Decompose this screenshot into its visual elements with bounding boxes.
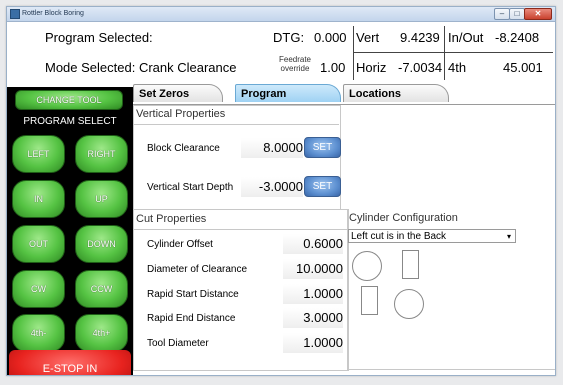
dtg-label: DTG: xyxy=(273,30,305,45)
jog-fourth-plus-button[interactable]: 4th+ xyxy=(75,314,128,352)
maximize-button[interactable]: □ xyxy=(509,8,525,20)
cylinder-configuration-title: Cylinder Configuration xyxy=(349,212,458,224)
e-stop-button[interactable]: E-STOP IN xyxy=(9,350,131,375)
fourth-axis-value: 45.001 xyxy=(503,60,543,75)
status-divider xyxy=(444,26,445,80)
jog-control-panel: CHANGE TOOL PROGRAM SELECT LEFT RIGHT IN… xyxy=(7,87,133,375)
feedrate-value: 1.00 xyxy=(320,60,346,75)
tab-locations[interactable]: Locations xyxy=(343,84,449,102)
jog-down-button[interactable]: DOWN xyxy=(75,225,128,263)
vert-value: 9.4239 xyxy=(400,30,440,45)
dtg-value: 0.000 xyxy=(314,30,347,45)
minimize-button[interactable]: – xyxy=(494,8,510,20)
set-block-clearance-button[interactable]: SET xyxy=(304,137,341,158)
cylinder-offset-value[interactable]: 0.6000 xyxy=(283,234,343,254)
vertical-properties-title: Vertical Properties xyxy=(136,108,226,120)
app-icon xyxy=(10,9,20,19)
vertical-start-depth-label: Vertical Start Depth xyxy=(147,182,234,193)
jog-left-button[interactable]: LEFT xyxy=(12,135,65,173)
tab-set-zeros[interactable]: Set Zeros xyxy=(133,84,223,102)
program-select-label: PROGRAM SELECT xyxy=(23,116,117,127)
jog-cw-button[interactable]: CW xyxy=(12,270,65,308)
cylinder-configuration-selected: Left cut is in the Back xyxy=(351,231,447,242)
cylinder-circle-shape xyxy=(394,289,424,319)
cylinder-configuration-select[interactable]: Left cut is in the Back ▾ xyxy=(348,229,516,243)
jog-fourth-minus-button[interactable]: 4th- xyxy=(12,314,65,352)
screenshot-background: Rottler Block Boring – □ ✕ Program Selec… xyxy=(0,0,563,385)
chevron-down-icon: ▾ xyxy=(506,232,511,241)
tab-bar: Set Zeros Program Locations xyxy=(133,84,555,104)
diameter-of-clearance-label: Diameter of Clearance xyxy=(147,264,248,275)
change-tool-button[interactable]: CHANGE TOOL xyxy=(15,90,123,110)
program-tab-content: Vertical Properties Block Clearance 8.00… xyxy=(133,104,555,375)
feedrate-override-label: Feedrate override xyxy=(278,55,312,73)
horiz-label: Horiz xyxy=(356,60,387,75)
jog-out-button[interactable]: OUT xyxy=(12,225,65,263)
title-bar: Rottler Block Boring – □ ✕ xyxy=(7,7,555,22)
mode-selected-label: Mode Selected: Crank Clearance xyxy=(45,60,237,75)
jog-ccw-button[interactable]: CCW xyxy=(75,270,128,308)
status-divider xyxy=(353,26,354,80)
jog-right-button[interactable]: RIGHT xyxy=(75,135,128,173)
vert-label: Vert xyxy=(356,30,380,45)
jog-in-button[interactable]: IN xyxy=(12,180,65,218)
tool-diameter-label: Tool Diameter xyxy=(147,338,209,349)
cut-properties-title: Cut Properties xyxy=(136,213,207,225)
cylinder-circle-shape xyxy=(352,251,382,281)
program-selected-label: Program Selected: xyxy=(45,30,153,45)
tab-program[interactable]: Program xyxy=(235,84,341,102)
horiz-value: -7.0034 xyxy=(398,60,443,75)
set-vertical-start-depth-button[interactable]: SET xyxy=(304,176,341,197)
app-window: Rottler Block Boring – □ ✕ Program Selec… xyxy=(6,6,556,376)
status-panel: Program Selected: Mode Selected: Crank C… xyxy=(7,22,555,84)
cylinder-offset-label: Cylinder Offset xyxy=(147,239,213,250)
block-clearance-value[interactable]: 8.0000 xyxy=(241,138,303,158)
rapid-end-distance-value[interactable]: 3.0000 xyxy=(283,308,343,328)
cylinder-rectangle-shape xyxy=(361,286,378,315)
group-divider xyxy=(133,229,347,230)
in-out-label: In/Out xyxy=(448,30,484,45)
vertical-start-depth-value[interactable]: -3.0000 xyxy=(241,177,303,197)
diameter-of-clearance-value[interactable]: 10.0000 xyxy=(283,259,343,279)
rapid-start-distance-label: Rapid Start Distance xyxy=(147,289,239,300)
window-title: Rottler Block Boring xyxy=(22,10,84,17)
rapid-start-distance-value[interactable]: 1.0000 xyxy=(283,284,343,304)
close-button[interactable]: ✕ xyxy=(524,8,552,20)
jog-up-button[interactable]: UP xyxy=(75,180,128,218)
rapid-end-distance-label: Rapid End Distance xyxy=(147,313,236,324)
group-divider xyxy=(133,124,339,125)
cylinder-rectangle-shape xyxy=(402,250,419,279)
tool-diameter-value[interactable]: 1.0000 xyxy=(283,333,343,353)
status-divider-horizontal xyxy=(353,52,553,53)
block-clearance-label: Block Clearance xyxy=(147,143,220,154)
in-out-value: -8.2408 xyxy=(495,30,540,45)
fourth-axis-label: 4th xyxy=(448,60,467,75)
